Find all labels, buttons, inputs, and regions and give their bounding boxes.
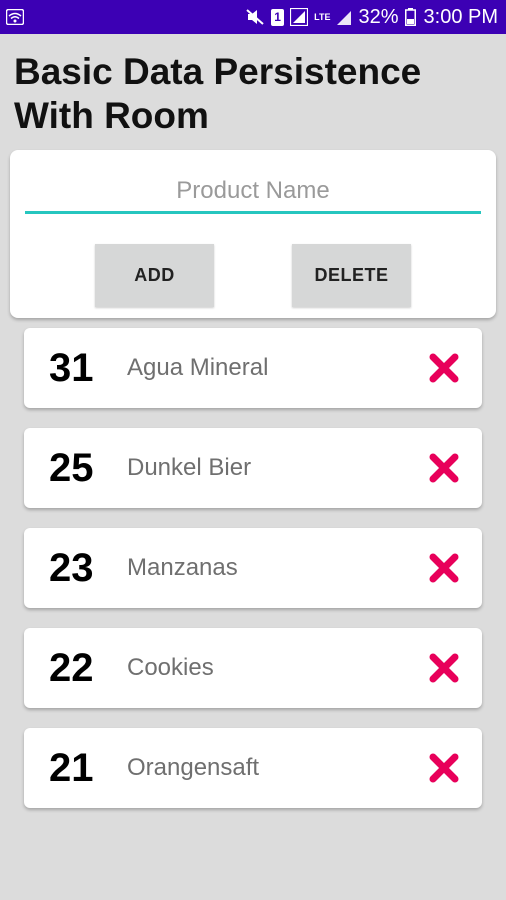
product-list: 31 Agua Mineral 25 Dunkel Bier 23 Manzan… xyxy=(24,328,482,828)
lte-icon: LTE xyxy=(314,11,331,22)
close-icon[interactable] xyxy=(428,352,460,384)
product-id: 21 xyxy=(49,745,94,790)
list-item: 31 Agua Mineral xyxy=(24,328,482,408)
list-item: 23 Manzanas xyxy=(24,528,482,608)
battery-percent: 32% xyxy=(358,5,399,28)
product-id: 31 xyxy=(49,345,94,390)
app-title: Basic Data Persistence With Room xyxy=(14,51,422,136)
battery-icon xyxy=(404,8,416,26)
product-name: Agua Mineral xyxy=(127,354,269,381)
list-item: 25 Dunkel Bier xyxy=(24,428,482,508)
add-button[interactable]: ADD xyxy=(95,244,214,307)
sim-icon: 1 xyxy=(271,8,285,26)
product-name: Dunkel Bier xyxy=(127,454,252,481)
wifi-icon xyxy=(6,9,24,25)
list-item: 21 Orangensaft xyxy=(24,728,482,808)
list-item: 22 Cookies xyxy=(24,628,482,708)
close-icon[interactable] xyxy=(428,552,460,584)
product-name: Manzanas xyxy=(127,554,238,581)
signal-icon xyxy=(336,8,352,26)
product-id: 22 xyxy=(49,645,94,690)
clock: 3:00 PM xyxy=(423,5,498,28)
close-icon[interactable] xyxy=(428,452,460,484)
product-name: Cookies xyxy=(127,654,214,681)
status-bar: 1 LTE 32% 3:00 PM xyxy=(0,0,506,34)
product-name: Orangensaft xyxy=(127,754,260,781)
network-type-label: LTE xyxy=(314,11,331,22)
close-icon[interactable] xyxy=(428,752,460,784)
close-icon[interactable] xyxy=(428,652,460,684)
product-name-input[interactable] xyxy=(25,170,481,214)
delete-button[interactable]: DELETE xyxy=(292,244,411,307)
product-id: 23 xyxy=(49,545,94,590)
product-id: 25 xyxy=(49,445,94,490)
mute-icon xyxy=(245,8,265,26)
input-card: ADD DELETE xyxy=(10,150,496,318)
signal-icon xyxy=(290,8,309,26)
